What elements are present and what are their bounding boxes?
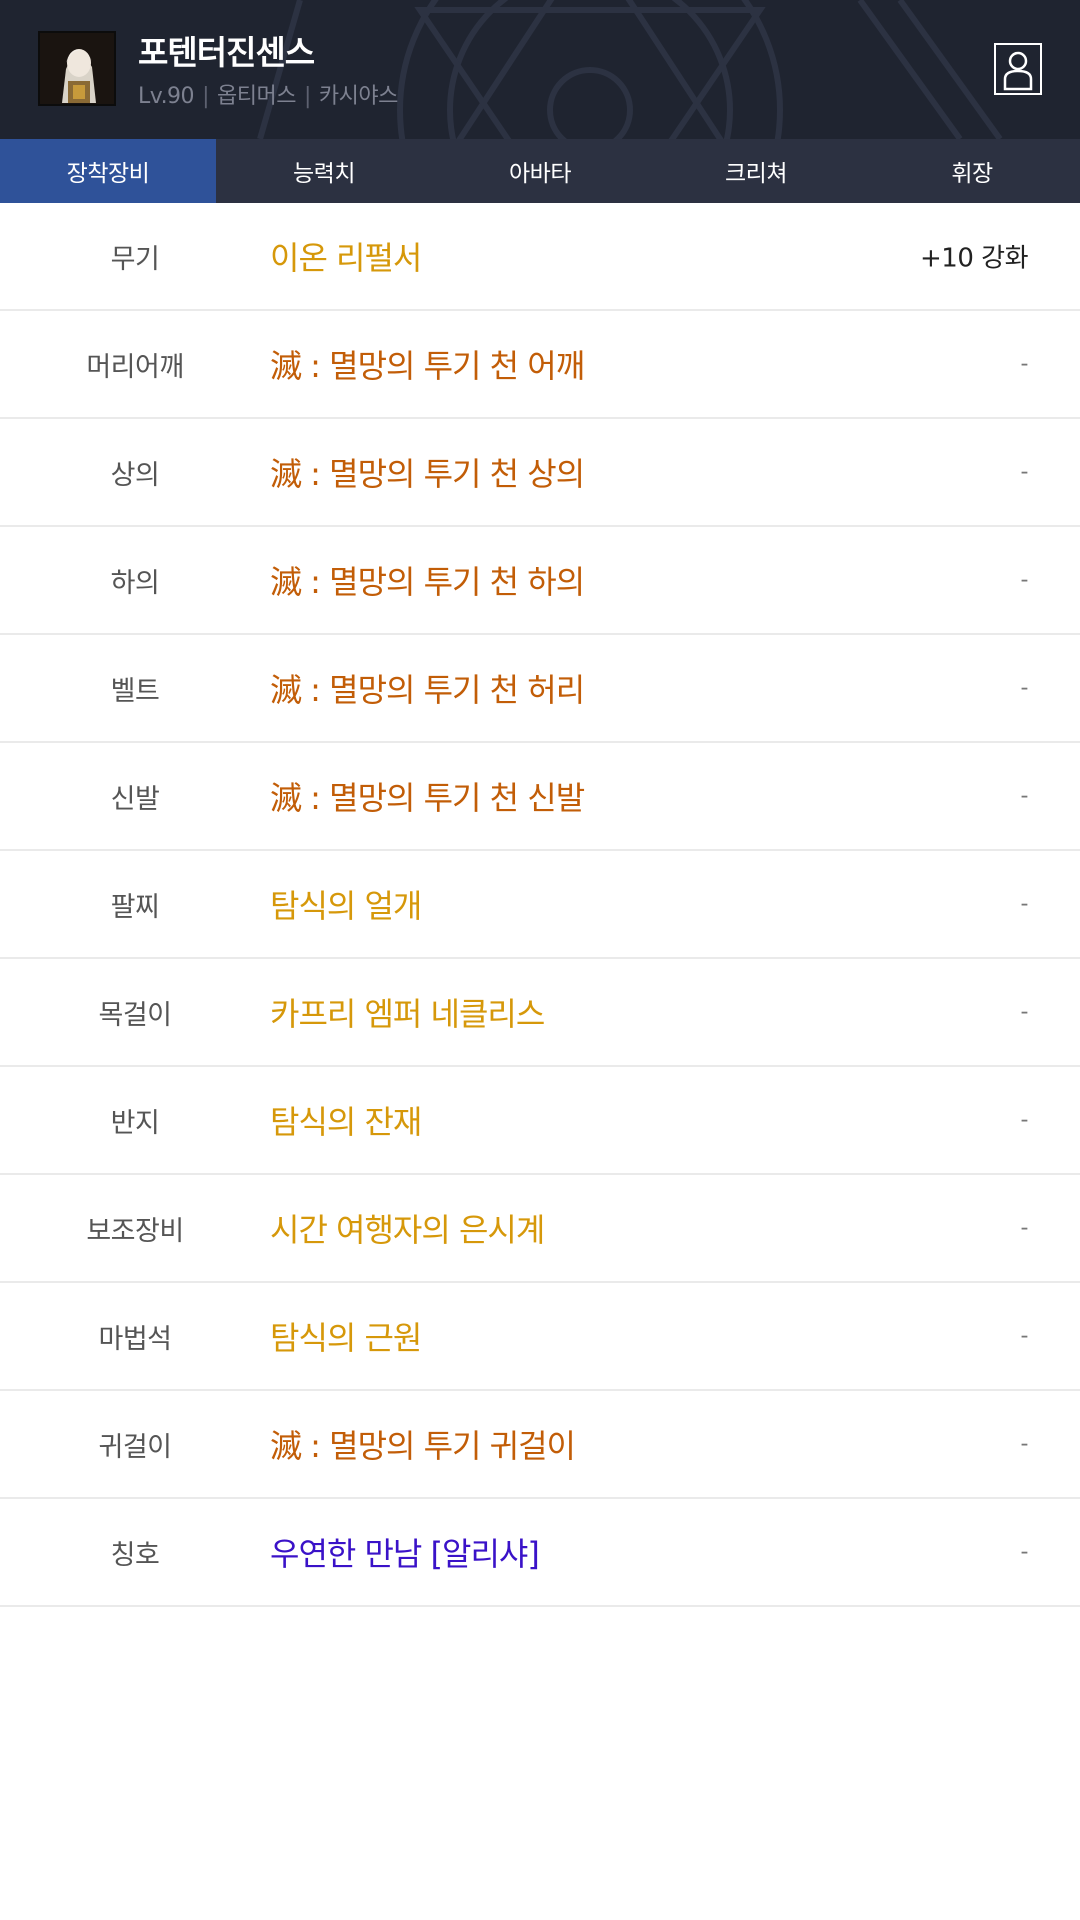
item-name: 탐식의 근원 [270,1319,422,1357]
reinforce-value: - [1020,675,1029,701]
character-header: 포텐터진센스 Lv.90 | 옵티머스 | 카시야스 [0,0,1080,139]
equipment-row[interactable]: 목걸이 카프리 엠퍼 네클리스 - [0,959,1080,1067]
character-info: Lv.90 | 옵티머스 | 카시야스 [138,78,398,110]
equipment-row[interactable]: 보조장비 시간 여행자의 은시계 - [0,1175,1080,1283]
item-name: 滅 : 멸망의 투기 천 신발 [270,779,585,817]
reinforce-value: - [1020,567,1029,593]
slot-label: 반지 [110,1107,160,1139]
slot-label: 상의 [110,459,160,491]
reinforce-value: - [1020,459,1029,485]
item-name: 이온 리펄서 [270,239,422,277]
equipment-list: 무기 이온 리펄서 +10 강화 머리어깨 滅 : 멸망의 투기 천 어깨 - … [0,203,1080,1607]
equipment-row[interactable]: 무기 이온 리펄서 +10 강화 [0,203,1080,311]
info-separator: | [202,84,209,109]
reinforce-value: +10 강화 [920,243,1028,274]
item-name: 시간 여행자의 은시계 [270,1211,545,1249]
equipment-row[interactable]: 머리어깨 滅 : 멸망의 투기 천 어깨 - [0,311,1080,419]
reinforce-value: - [1020,1107,1029,1133]
reinforce-value: - [1020,891,1029,917]
user-profile-icon [1003,51,1033,91]
slot-label: 팔찌 [110,891,160,923]
slot-label: 하의 [110,567,160,599]
tab-stats[interactable]: 능력치 [216,139,432,203]
slot-label: 무기 [110,243,160,275]
tab-avatar[interactable]: 아바타 [432,139,648,203]
item-name: 카프리 엠퍼 네클리스 [270,995,545,1033]
character-name: 포텐터진센스 [138,33,315,72]
reinforce-value: - [1020,1431,1029,1457]
equipment-row[interactable]: 하의 滅 : 멸망의 투기 천 하의 - [0,527,1080,635]
item-name: 탐식의 얼개 [270,887,422,925]
reinforce-value: - [1020,783,1029,809]
slot-label: 마법석 [98,1323,172,1355]
character-server: 카시야스 [318,84,398,109]
equipment-row[interactable]: 귀걸이 滅 : 멸망의 투기 귀걸이 - [0,1391,1080,1499]
equipment-row[interactable]: 마법석 탐식의 근원 - [0,1283,1080,1391]
tab-insignia[interactable]: 휘장 [864,139,1080,203]
slot-label: 귀걸이 [98,1431,172,1463]
equipment-row[interactable]: 벨트 滅 : 멸망의 투기 천 허리 - [0,635,1080,743]
tab-creature[interactable]: 크리쳐 [648,139,864,203]
equipment-row[interactable]: 상의 滅 : 멸망의 투기 천 상의 - [0,419,1080,527]
equipment-row[interactable]: 신발 滅 : 멸망의 투기 천 신발 - [0,743,1080,851]
slot-label: 보조장비 [86,1215,184,1247]
equipment-row[interactable]: 반지 탐식의 잔재 - [0,1067,1080,1175]
slot-label: 벨트 [110,675,160,707]
profile-button[interactable] [994,43,1042,95]
slot-label: 신발 [110,783,160,815]
character-job: 옵티머스 [216,84,296,109]
item-name: 滅 : 멸망의 투기 천 어깨 [270,347,585,385]
equipment-row[interactable]: 팔찌 탐식의 얼개 - [0,851,1080,959]
character-avatar [38,31,116,106]
reinforce-value: - [1020,1323,1029,1349]
reinforce-value: - [1020,1539,1029,1565]
item-name: 우연한 만남 [알리샤] [270,1535,540,1573]
item-name: 滅 : 멸망의 투기 천 허리 [270,671,585,709]
tab-equipment[interactable]: 장착장비 [0,139,216,203]
item-name: 滅 : 멸망의 투기 천 상의 [270,455,585,493]
info-separator: | [303,84,311,109]
reinforce-value: - [1020,999,1029,1025]
character-level: Lv.90 [138,84,195,109]
slot-label: 머리어깨 [86,351,184,383]
reinforce-value: - [1020,351,1029,377]
equipment-row[interactable]: 칭호 우연한 만남 [알리샤] - [0,1499,1080,1607]
slot-label: 칭호 [110,1539,160,1571]
character-portrait-icon [40,33,114,104]
item-name: 滅 : 멸망의 투기 천 하의 [270,563,585,601]
reinforce-value: - [1020,1215,1029,1241]
item-name: 탐식의 잔재 [270,1103,422,1141]
tab-bar: 장착장비 능력치 아바타 크리쳐 휘장 [0,139,1080,203]
slot-label: 목걸이 [98,999,172,1031]
item-name: 滅 : 멸망의 투기 귀걸이 [270,1427,576,1465]
